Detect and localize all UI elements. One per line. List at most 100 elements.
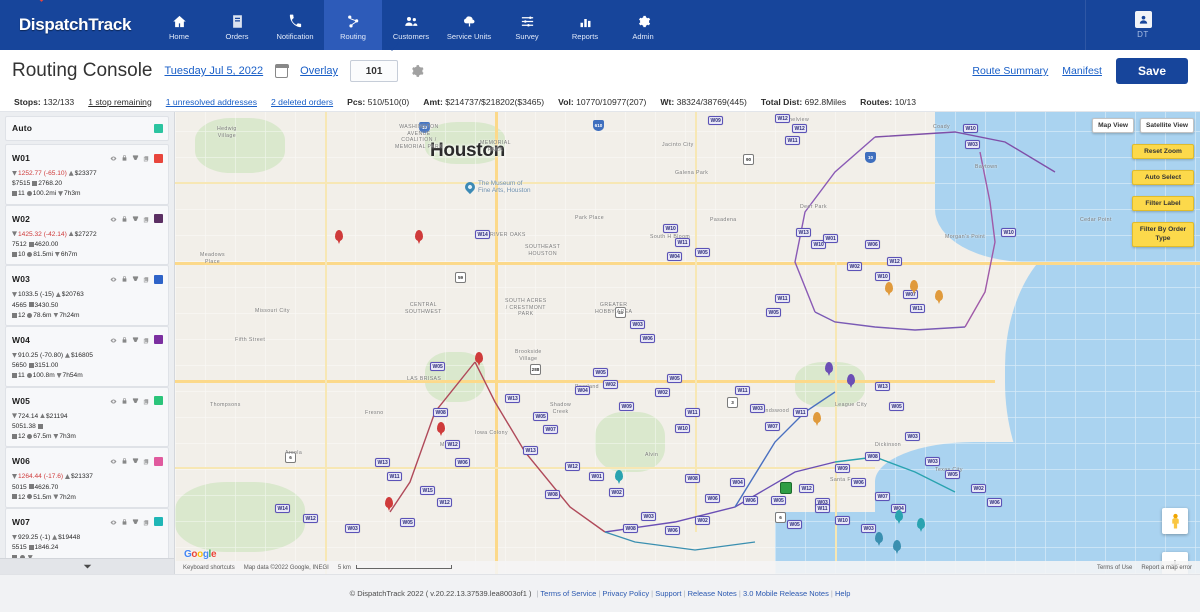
- map-stop-marker[interactable]: W05: [695, 248, 711, 257]
- map-stop-marker[interactable]: W06: [665, 526, 681, 535]
- footer-link-terms-of-service[interactable]: Terms of Service: [540, 589, 596, 598]
- map-stop-marker[interactable]: W11: [815, 504, 831, 513]
- map-stop-marker[interactable]: W11: [785, 136, 801, 145]
- map-stop-marker[interactable]: W07: [903, 290, 919, 299]
- visibility-eye-icon[interactable]: [110, 392, 117, 410]
- map-stop-marker[interactable]: W03: [630, 320, 646, 329]
- footer-link-3-0-mobile-release-notes[interactable]: 3.0 Mobile Release Notes: [743, 589, 829, 598]
- map-pin-marker[interactable]: [895, 510, 903, 521]
- truck-icon[interactable]: [132, 149, 139, 167]
- settings-gear-icon[interactable]: [410, 64, 424, 78]
- unresolved-addresses-link[interactable]: 1 unresolved addresses: [166, 97, 257, 107]
- map-stop-marker[interactable]: W12: [799, 484, 815, 493]
- truck-icon[interactable]: [132, 270, 139, 288]
- footer-link-support[interactable]: Support: [655, 589, 681, 598]
- map-stop-marker[interactable]: W02: [655, 388, 671, 397]
- map-action-button-filter-by-order-type[interactable]: Filter By Order Type: [1132, 222, 1194, 248]
- map-stop-marker[interactable]: W05: [766, 308, 782, 317]
- map-stop-marker[interactable]: W08: [433, 408, 449, 417]
- map-stop-marker[interactable]: W06: [743, 496, 759, 505]
- map-stop-marker[interactable]: W02: [971, 484, 987, 493]
- map-stop-marker[interactable]: W03: [345, 524, 361, 533]
- map-stop-marker[interactable]: W05: [400, 518, 416, 527]
- deleted-orders-link[interactable]: 2 deleted orders: [271, 97, 333, 107]
- map-stop-marker[interactable]: W03: [750, 404, 766, 413]
- map-pin-marker[interactable]: [875, 532, 883, 543]
- map-stop-marker[interactable]: W10: [663, 224, 679, 233]
- map-stop-marker[interactable]: W06: [865, 240, 881, 249]
- nav-item-service-units[interactable]: Service Units: [440, 0, 498, 50]
- map-stop-marker[interactable]: W07: [543, 425, 559, 434]
- map-stop-marker[interactable]: W04: [575, 386, 591, 395]
- copy-icon[interactable]: [143, 149, 150, 167]
- route-color-swatch[interactable]: [154, 456, 163, 466]
- avatar[interactable]: [1134, 11, 1152, 28]
- route-card[interactable]: W04 910.25 (-70.80) $16805 5650 3151.00 11 …: [5, 325, 169, 387]
- lock-icon[interactable]: [121, 331, 128, 349]
- map-stop-marker[interactable]: W08: [545, 490, 561, 499]
- map-stop-marker[interactable]: W05: [430, 362, 446, 371]
- map-stop-marker[interactable]: W11: [387, 472, 403, 481]
- footer-link-privacy-policy[interactable]: Privacy Policy: [602, 589, 649, 598]
- lock-icon[interactable]: [121, 210, 128, 228]
- map-stop-marker[interactable]: W06: [705, 494, 721, 503]
- map-stop-marker[interactable]: W12: [445, 440, 461, 449]
- route-card[interactable]: W03 1033.5 (-15) $20763 4565 3430.50 12 78.…: [5, 265, 169, 326]
- manifest-link[interactable]: Manifest: [1062, 65, 1102, 77]
- visibility-eye-icon[interactable]: [110, 331, 117, 349]
- map-stop-marker[interactable]: W03: [965, 140, 981, 149]
- order-count-box[interactable]: 101: [350, 60, 399, 82]
- map-stop-marker[interactable]: W05: [945, 470, 961, 479]
- map-stop-marker[interactable]: W05: [787, 520, 803, 529]
- map-stop-marker[interactable]: W05: [771, 496, 787, 505]
- map-canvas[interactable]: Houston The Museum of Fine Arts, Houston…: [175, 112, 1200, 574]
- map-pin-marker[interactable]: [475, 352, 483, 363]
- map-stop-marker[interactable]: W04: [667, 252, 683, 261]
- route-color-swatch[interactable]: [154, 153, 163, 163]
- route-color-swatch[interactable]: [154, 214, 163, 224]
- map-stop-marker[interactable]: W07: [765, 422, 781, 431]
- map-stop-marker[interactable]: W08: [685, 474, 701, 483]
- map-view-button-map-view[interactable]: Map View: [1092, 118, 1134, 133]
- map-stop-marker[interactable]: W06: [987, 498, 1003, 507]
- map-stop-marker[interactable]: W12: [887, 257, 903, 266]
- map-pin-marker[interactable]: [885, 282, 893, 293]
- map-stop-marker[interactable]: W12: [565, 462, 581, 471]
- copy-icon[interactable]: [143, 270, 150, 288]
- sidebar-collapse-toggle[interactable]: [0, 558, 174, 574]
- map-pin-marker[interactable]: [917, 518, 925, 529]
- save-button[interactable]: Save: [1115, 58, 1188, 84]
- lock-icon[interactable]: [121, 392, 128, 410]
- map-stop-marker[interactable]: W02: [609, 488, 625, 497]
- map-stop-marker[interactable]: W10: [1001, 228, 1017, 237]
- map-stop-marker[interactable]: W14: [475, 230, 491, 239]
- nav-item-routing[interactable]: Routing: [324, 0, 382, 50]
- map-stop-marker[interactable]: W03: [641, 512, 657, 521]
- map-stop-marker[interactable]: W11: [685, 408, 701, 417]
- map-pin-marker[interactable]: [847, 374, 855, 385]
- nav-item-survey[interactable]: Survey: [498, 0, 556, 50]
- map-stop-marker[interactable]: W06: [455, 458, 471, 467]
- visibility-eye-icon[interactable]: [110, 149, 117, 167]
- depot-marker[interactable]: [780, 482, 792, 494]
- lock-icon[interactable]: [121, 513, 128, 531]
- truck-icon[interactable]: [132, 331, 139, 349]
- map-pin-marker[interactable]: [415, 230, 423, 241]
- map-stop-marker[interactable]: W06: [851, 478, 867, 487]
- map-pin-marker[interactable]: [813, 412, 821, 423]
- user-menu[interactable]: DT: [1085, 0, 1200, 50]
- map-stop-marker[interactable]: W08: [865, 452, 881, 461]
- map-stop-marker[interactable]: W05: [667, 374, 683, 383]
- map-stop-marker[interactable]: W13: [875, 382, 891, 391]
- map-stop-marker[interactable]: W09: [708, 116, 724, 125]
- map-stop-marker[interactable]: W02: [603, 380, 619, 389]
- map-stop-marker[interactable]: W14: [275, 504, 291, 513]
- map-stop-marker[interactable]: W09: [619, 402, 635, 411]
- footer-link-release-notes[interactable]: Release Notes: [688, 589, 737, 598]
- map-stop-marker[interactable]: W11: [793, 408, 809, 417]
- copy-icon[interactable]: [143, 452, 150, 470]
- map-pin-marker[interactable]: [910, 280, 918, 291]
- truck-icon[interactable]: [132, 392, 139, 410]
- map-stop-marker[interactable]: W12: [792, 124, 808, 133]
- map-stop-marker[interactable]: W13: [796, 228, 812, 237]
